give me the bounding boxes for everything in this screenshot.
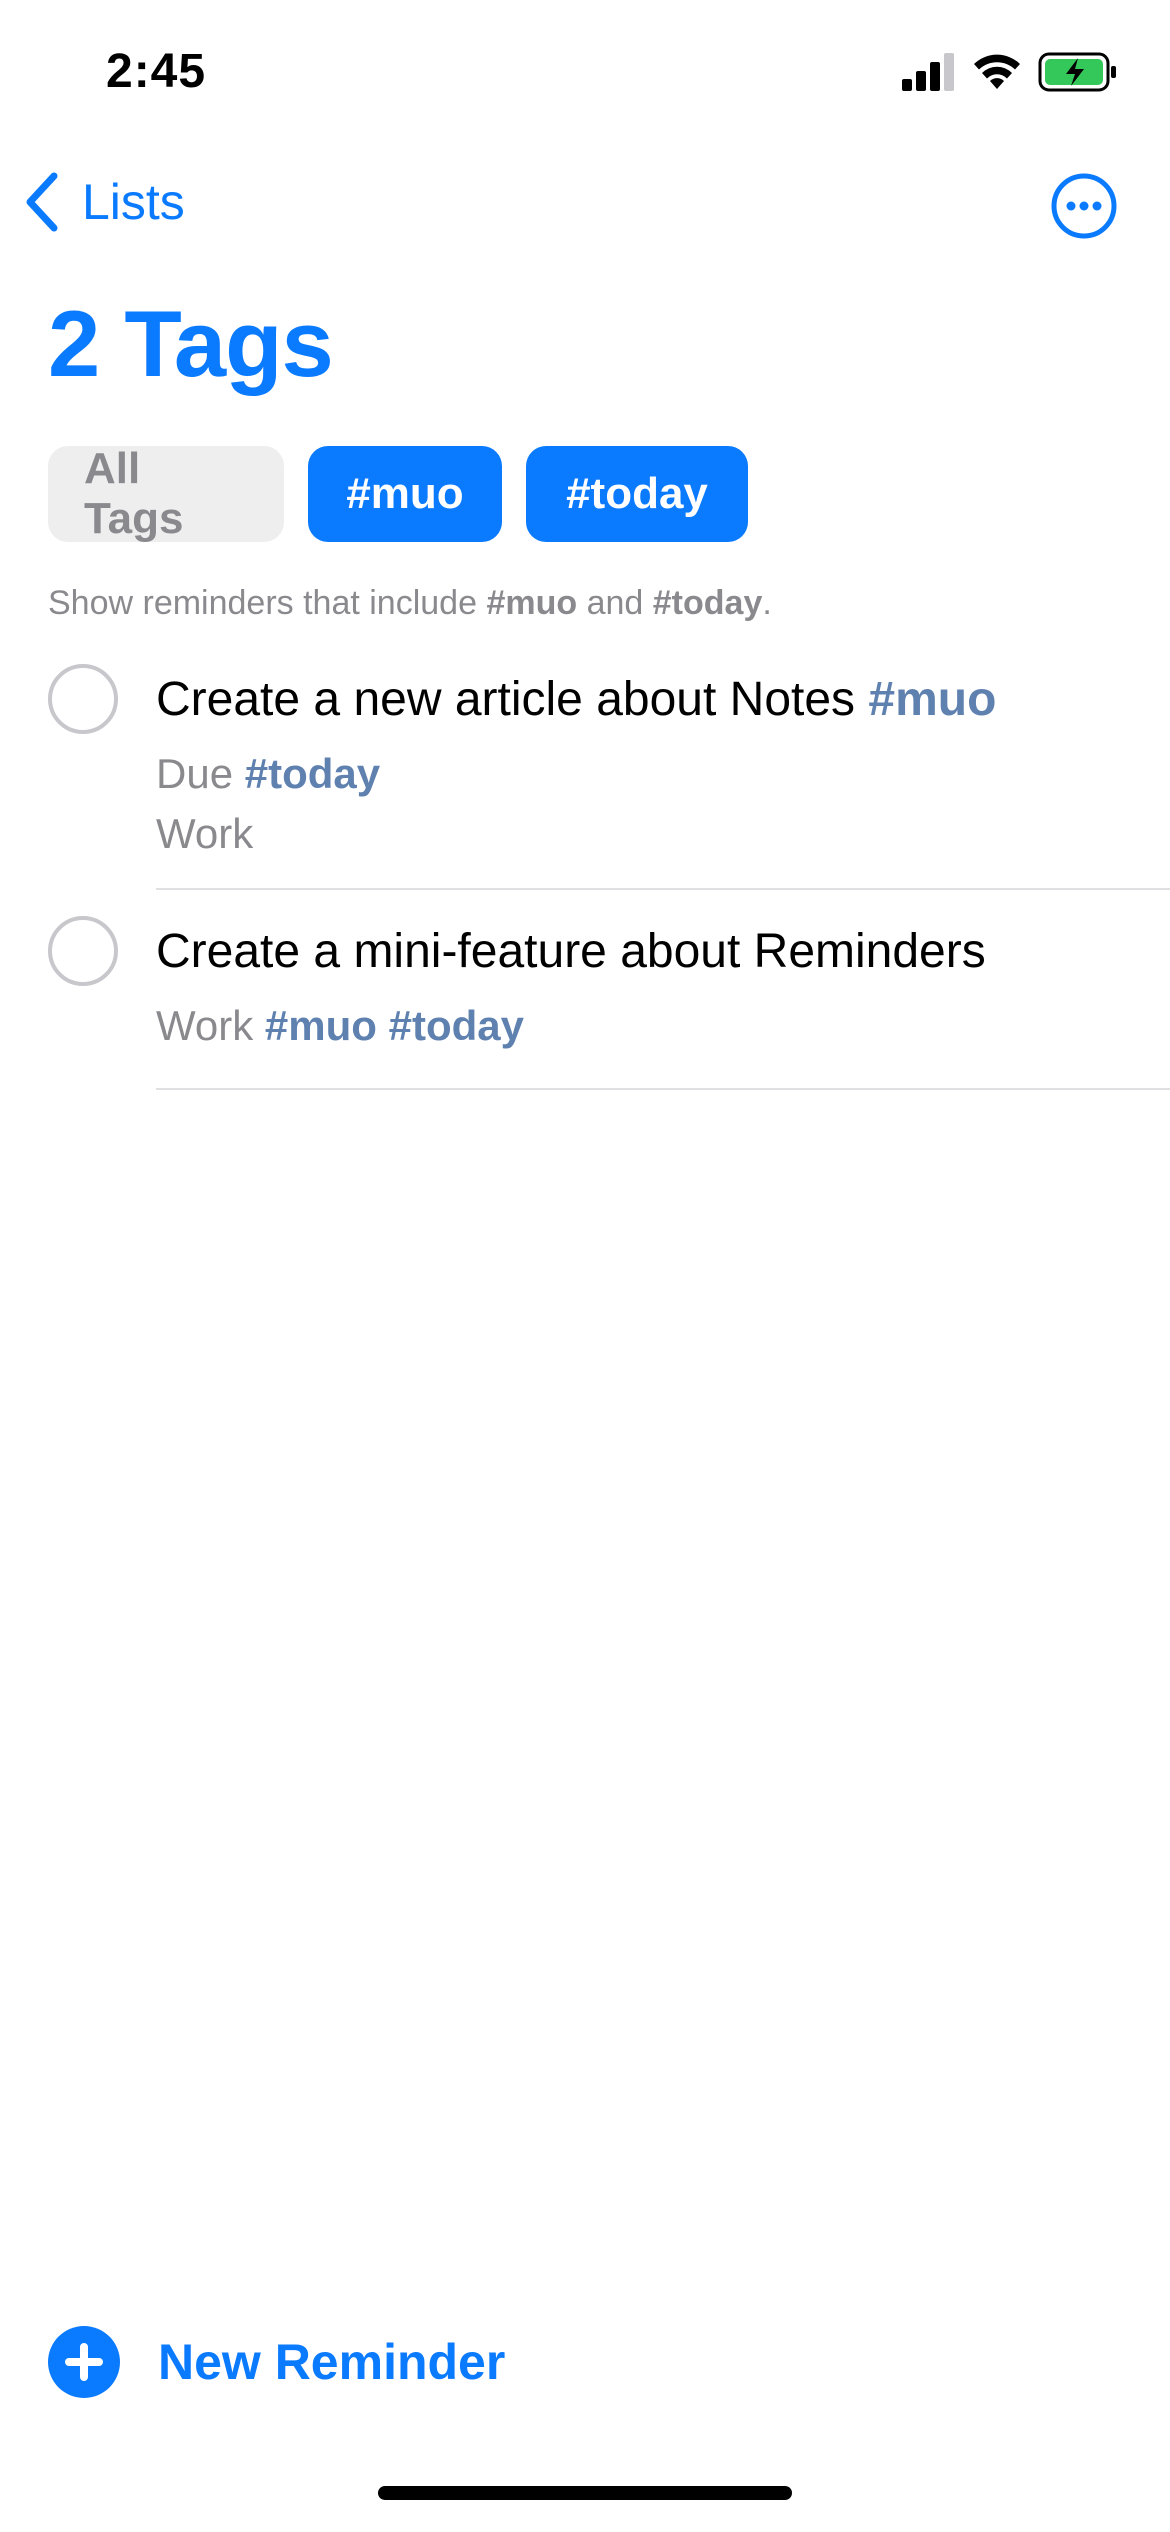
status-icons: [902, 52, 1118, 92]
ellipsis-circle-icon[interactable]: [1050, 172, 1118, 240]
filter-description-middle: and: [577, 584, 653, 622]
reminder-due-tag[interactable]: #today: [245, 750, 380, 797]
home-indicator[interactable]: [378, 2486, 792, 2500]
reminder-checkbox[interactable]: [48, 916, 118, 986]
filter-description-prefix: Show reminders that include: [48, 584, 487, 622]
divider: [156, 1088, 1170, 1090]
reminder-tag-muo[interactable]: #muo: [265, 1002, 377, 1049]
back-button-label: Lists: [82, 174, 185, 230]
page-title: 2 Tags: [48, 291, 334, 396]
tag-chip-muo[interactable]: #muo: [308, 446, 502, 542]
new-reminder-button[interactable]: New Reminder: [48, 2326, 505, 2398]
tag-chip-all-tags[interactable]: All Tags: [48, 444, 284, 543]
status-time: 2:45: [106, 45, 207, 98]
reminder-title[interactable]: Create a new article about Notes #muo: [156, 672, 996, 727]
reminder-meta-line: Work #muo #today: [156, 1002, 524, 1050]
divider: [156, 888, 1170, 890]
filter-description-tag-1: #muo: [486, 584, 578, 622]
signal-icon: [902, 53, 954, 91]
reminder-list-name: Work: [156, 1002, 254, 1049]
reminder-title[interactable]: Create a mini-feature about Reminders: [156, 924, 986, 979]
battery-charging-icon: [1038, 52, 1116, 92]
tag-filter-bar: All Tags #muo #today: [48, 444, 748, 543]
reminder-item[interactable]: Create a mini-feature about Reminders Wo…: [0, 916, 1170, 1096]
reminder-due-label: Due: [156, 750, 234, 797]
filter-description-suffix: .: [762, 584, 772, 622]
reminder-list-name: Work: [156, 810, 254, 857]
reminder-title-text: Create a new article about Notes: [156, 673, 856, 726]
reminder-title-tag[interactable]: #muo: [868, 673, 996, 726]
status-bar: 2:45: [0, 0, 1170, 150]
tag-chip-today[interactable]: #today: [526, 446, 748, 542]
wifi-icon: [974, 54, 1020, 89]
reminder-tag-today[interactable]: #today: [389, 1002, 524, 1049]
filter-description-tag-2: #today: [652, 584, 763, 622]
filter-description: Show reminders that include #muo and #to…: [48, 584, 772, 623]
reminder-due-line: Due #today: [156, 750, 380, 798]
chevron-left-icon: [26, 172, 58, 232]
new-reminder-label: New Reminder: [158, 2334, 506, 2390]
plus-circle-icon: [48, 2326, 120, 2398]
back-button[interactable]: Lists: [24, 172, 185, 232]
reminder-checkbox[interactable]: [48, 664, 118, 734]
reminder-item[interactable]: Create a new article about Notes #muo Du…: [0, 664, 1170, 894]
